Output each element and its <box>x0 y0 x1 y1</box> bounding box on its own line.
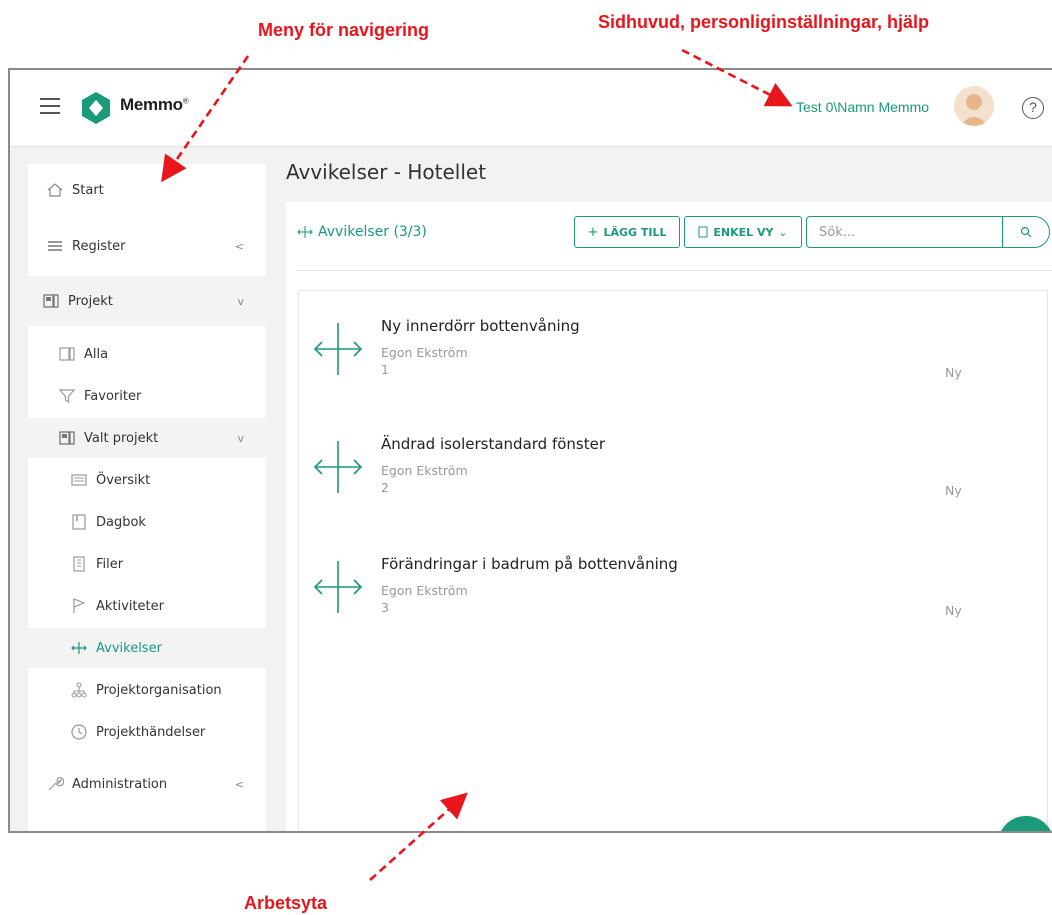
search-icon <box>1020 226 1032 238</box>
chevron-left-icon: < <box>234 239 244 253</box>
sidebar-nav: Start Register < Projekt v Alla Favorite… <box>28 164 266 831</box>
add-button-label: LÄGG TILL <box>603 225 667 239</box>
item-number: 3 <box>381 600 389 615</box>
item-author: Egon Ekström <box>381 463 468 478</box>
user-name-link[interactable]: Test 0\Namn Memmo <box>796 99 929 115</box>
sidebar-item-start[interactable]: Start <box>28 170 266 210</box>
main-workspace: Avvikelser - Hotellet Avvikelser (3/3) +… <box>286 146 1052 831</box>
sidebar-item-favoriter[interactable]: Favoriter <box>28 376 266 416</box>
status-badge: Ny <box>945 603 962 618</box>
overview-icon <box>71 474 87 486</box>
item-number: 1 <box>381 362 389 377</box>
filter-icon <box>58 389 76 404</box>
help-icon[interactable]: ? <box>1022 97 1044 119</box>
sidebar-item-label: Register <box>72 238 126 254</box>
deviation-icon <box>297 226 313 238</box>
clock-icon <box>71 724 87 740</box>
item-title: Ny innerdörr bottenvåning <box>381 317 580 335</box>
user-avatar[interactable] <box>954 86 994 126</box>
annotation-header-label: Sidhuvud, personliginställningar, hjälp <box>598 12 930 32</box>
search-input[interactable] <box>807 217 1002 247</box>
sidebar-item-avvikelser[interactable]: Avvikelser <box>28 628 266 668</box>
deviation-list: Ny innerdörr bottenvåning Egon Ekström 1… <box>298 290 1048 831</box>
sidebar-item-label: Avvikelser <box>96 640 162 656</box>
sidebar-item-label: Aktiviteter <box>96 598 164 614</box>
sidebar-item-label: Projekthändelser <box>96 724 206 740</box>
deviation-icon <box>313 561 363 613</box>
panel-title: Avvikelser (3/3) <box>296 224 427 240</box>
sidebar-item-label: Filer <box>96 556 124 572</box>
chevron-down-icon: v <box>237 294 244 308</box>
item-author: Egon Ekström <box>381 583 468 598</box>
sidebar-item-label: Administration <box>72 776 168 792</box>
chevron-down-icon: v <box>237 431 244 445</box>
brand-name: Memmo® <box>120 95 189 114</box>
hamburger-menu-icon[interactable] <box>40 98 60 114</box>
search-box <box>806 216 1050 248</box>
item-number: 2 <box>381 480 389 495</box>
app-window: Memmo® Test 0\Namn Memmo ? Start Registe… <box>8 68 1052 833</box>
project-icon <box>43 294 59 308</box>
divider <box>296 270 1052 271</box>
deviation-icon <box>313 323 363 375</box>
item-title: Förändringar i badrum på bottenvåning <box>381 555 678 573</box>
document-icon <box>698 226 708 238</box>
org-chart-icon <box>71 682 87 698</box>
sidebar-item-oversikt[interactable]: Översikt <box>28 460 266 500</box>
sidebar-item-label: Favoriter <box>84 388 142 404</box>
app-header: Memmo® Test 0\Namn Memmo ? <box>10 70 1052 147</box>
sidebar-item-label: Projektorganisation <box>96 682 222 698</box>
sidebar-item-projekt[interactable]: Projekt v <box>28 276 266 326</box>
sidebar-item-projektorganisation[interactable]: Projektorganisation <box>28 670 266 710</box>
wrench-icon <box>48 777 64 791</box>
project-icon <box>59 431 75 445</box>
diary-icon <box>72 514 86 530</box>
sidebar-item-alla[interactable]: Alla <box>28 334 266 374</box>
sidebar-item-label: Start <box>72 182 104 198</box>
sidebar-item-projekthandelser[interactable]: Projekthändelser <box>28 712 266 752</box>
chevron-down-icon: ⌄ <box>778 225 788 239</box>
item-author: Egon Ekström <box>381 345 468 360</box>
plus-icon: + <box>587 224 599 240</box>
panel-title-text: Avvikelser (3/3) <box>318 224 427 240</box>
sidebar-item-dagbok[interactable]: Dagbok <box>28 502 266 542</box>
sidebar-item-valt-projekt[interactable]: Valt projekt v <box>28 418 266 458</box>
sidebar-item-label: Alla <box>84 346 109 362</box>
annotation-workspace-label: Arbetsyta <box>244 893 328 913</box>
file-icon <box>73 556 85 572</box>
sidebar-item-register[interactable]: Register < <box>28 226 266 266</box>
sidebar-item-filer[interactable]: Filer <box>28 544 266 584</box>
sidebar-item-label: Dagbok <box>96 514 146 530</box>
view-button-label: ENKEL VY <box>713 225 774 239</box>
avatar-person-icon <box>960 94 988 126</box>
sidebar-item-label: Valt projekt <box>84 430 159 446</box>
status-badge: Ny <box>945 483 962 498</box>
sidebar-item-label: Projekt <box>68 293 113 309</box>
deviation-icon <box>313 441 363 493</box>
project-icon <box>59 347 75 361</box>
sidebar-item-administration[interactable]: Administration < <box>28 764 266 804</box>
annotation-nav-label: Meny för navigering <box>258 20 430 40</box>
memmo-logo-icon <box>82 92 110 124</box>
home-icon <box>47 183 63 197</box>
deviation-panel: Avvikelser (3/3) + LÄGG TILL ENKEL VY ⌄ <box>286 202 1052 831</box>
item-title: Ändrad isolerstandard fönster <box>381 435 606 453</box>
register-icon <box>48 241 62 251</box>
flag-icon <box>73 598 86 613</box>
sidebar-item-label: Översikt <box>96 472 151 488</box>
sidebar-item-aktiviteter[interactable]: Aktiviteter <box>28 586 266 626</box>
deviation-icon <box>71 642 87 654</box>
list-item[interactable]: Förändringar i badrum på bottenvåning Eg… <box>299 551 1047 651</box>
page-title: Avvikelser - Hotellet <box>286 160 487 184</box>
chevron-left-icon: < <box>234 777 244 791</box>
status-badge: Ny <box>945 365 962 380</box>
search-button[interactable] <box>1002 217 1049 247</box>
list-item[interactable]: Ändrad isolerstandard fönster Egon Ekstr… <box>299 431 1047 531</box>
view-toggle-button[interactable]: ENKEL VY ⌄ <box>684 216 802 248</box>
add-button[interactable]: + LÄGG TILL <box>574 216 680 248</box>
list-item[interactable]: Ny innerdörr bottenvåning Egon Ekström 1… <box>299 313 1047 413</box>
